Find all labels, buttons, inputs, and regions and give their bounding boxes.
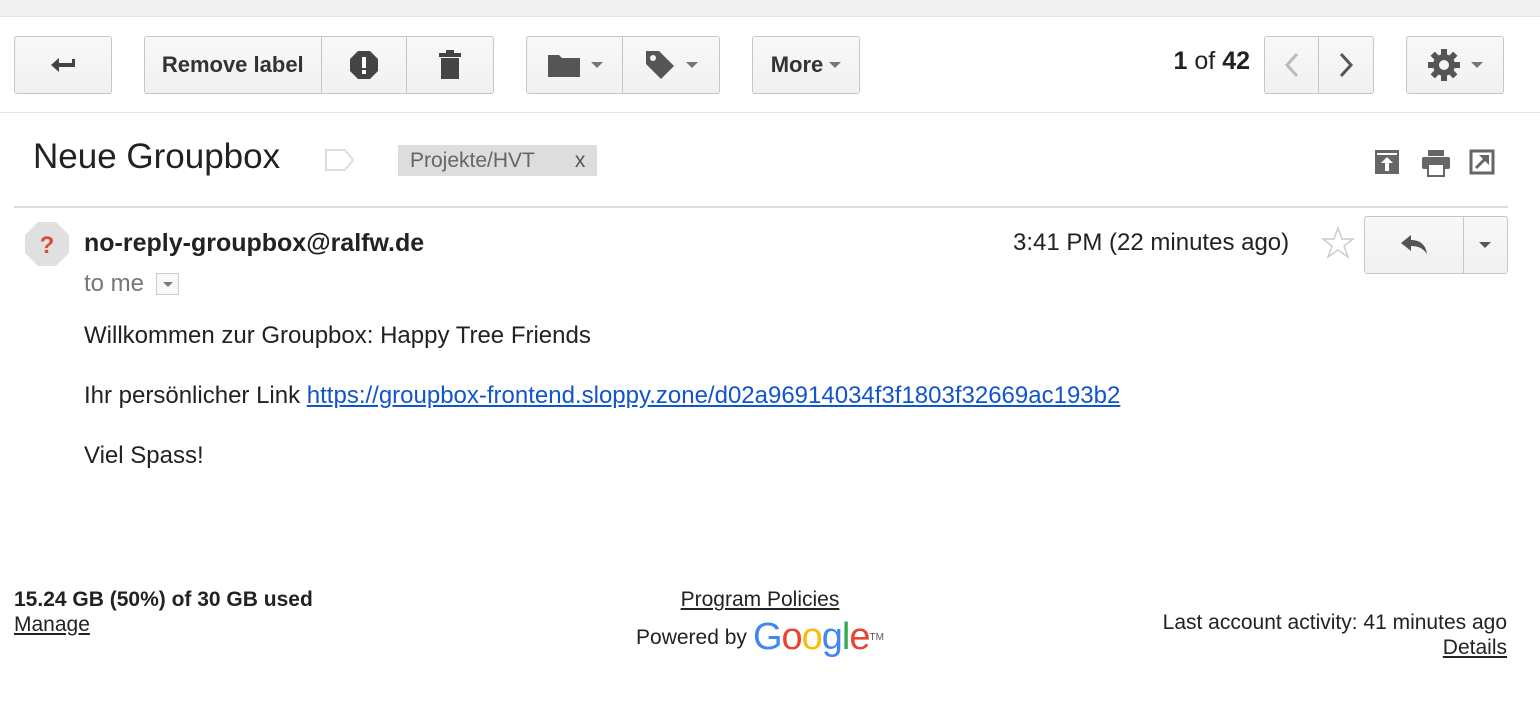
svg-text:?: ? — [40, 232, 55, 259]
recipient-text: to me — [84, 270, 145, 297]
storage-info: 15.24 GB (50%) of 30 GB used Manage — [14, 588, 313, 637]
top-strip — [0, 0, 1540, 17]
labels-button[interactable] — [623, 37, 719, 93]
label-chip[interactable]: Projekte/HVT x — [398, 145, 598, 176]
program-policies-link[interactable]: Program Policies — [620, 588, 900, 612]
body-line-3: Viel Spass! — [84, 442, 204, 469]
trademark: TM — [869, 632, 884, 643]
reply-button[interactable] — [1365, 217, 1464, 273]
manage-link[interactable]: Manage — [14, 613, 313, 637]
reply-more-button[interactable] — [1464, 217, 1507, 273]
subject-row: Neue Groupbox Projekte/HVT x — [0, 113, 1540, 208]
print-icon[interactable] — [1421, 149, 1451, 177]
label-remove-button[interactable]: x — [575, 149, 586, 173]
trash-icon — [439, 50, 462, 79]
star-icon[interactable] — [1321, 226, 1355, 260]
caret-down-icon — [162, 281, 173, 287]
pager-current: 1 — [1173, 47, 1188, 75]
sender-email[interactable]: no-reply-groupbox@ralfw.de — [84, 229, 424, 258]
chevron-down-icon — [1471, 62, 1483, 68]
toolbar: Remove label More 1 of 42 — [0, 17, 1540, 113]
older-button[interactable] — [1319, 37, 1373, 93]
chevron-down-icon — [686, 62, 698, 68]
header-divider — [14, 206, 1508, 208]
label-chip-text: Projekte/HVT — [410, 148, 535, 172]
label-outline-icon[interactable] — [325, 149, 355, 171]
archive-up-icon[interactable] — [1374, 149, 1400, 175]
storage-used: 15.24 GB (50%) of 30 GB used — [14, 588, 313, 611]
message-time: 3:41 PM (22 minutes ago) — [1013, 229, 1290, 256]
pager-total: 42 — [1222, 47, 1250, 75]
action-button-group: Remove label — [144, 36, 494, 94]
move-label-group — [526, 36, 720, 94]
more-button[interactable]: More — [752, 36, 860, 94]
back-arrow-icon — [51, 58, 75, 72]
back-button[interactable] — [14, 36, 112, 94]
google-logo: Google — [752, 616, 871, 658]
reply-button-group — [1364, 216, 1508, 274]
show-details-button[interactable] — [156, 273, 180, 295]
pager-buttons — [1264, 36, 1374, 94]
report-spam-button[interactable] — [322, 37, 408, 93]
recipient-line: to me — [84, 270, 180, 298]
folder-icon — [547, 55, 580, 77]
report-spam-icon — [349, 51, 378, 79]
unknown-sender-icon: ? — [25, 222, 69, 266]
tag-icon — [646, 51, 674, 79]
popout-icon[interactable] — [1469, 149, 1495, 175]
footer-center: Program Policies Powered by Google TM — [620, 588, 900, 659]
delete-button[interactable] — [407, 37, 493, 93]
reply-icon — [1400, 235, 1427, 254]
details-link[interactable]: Details — [1163, 636, 1507, 660]
powered-by: Powered by Google TM — [620, 616, 900, 659]
personal-link[interactable]: https://groupbox-frontend.sloppy.zone/d0… — [307, 382, 1121, 409]
remove-label-text: Remove label — [161, 52, 304, 77]
last-activity-text: Last account activity: 41 minutes ago — [1162, 611, 1507, 634]
move-to-button[interactable] — [527, 37, 623, 93]
body-line-1: Willkommen zur Groupbox: Happy Tree Frie… — [84, 322, 591, 349]
newer-button[interactable] — [1265, 37, 1320, 93]
body-line-2: Ihr persönlicher Link https://groupbox-f… — [84, 382, 1120, 410]
chevron-down-icon — [1479, 242, 1492, 248]
remove-label-button[interactable]: Remove label — [145, 37, 322, 93]
gear-icon — [1428, 49, 1460, 81]
chevron-down-icon — [829, 62, 842, 68]
email-subject: Neue Groupbox — [33, 137, 281, 176]
settings-button[interactable] — [1406, 36, 1504, 94]
pager-of: of — [1194, 47, 1216, 75]
chevron-left-icon — [1284, 52, 1298, 78]
account-activity: Last account activity: 41 minutes ago De… — [1163, 611, 1507, 660]
chevron-down-icon — [590, 62, 603, 68]
chevron-right-icon — [1339, 52, 1354, 78]
body-link-prefix: Ihr persönlicher Link — [84, 382, 307, 409]
powered-by-text: Powered by — [636, 625, 747, 649]
more-label: More — [770, 52, 824, 77]
pager-count: 1 of 42 — [1150, 47, 1250, 76]
